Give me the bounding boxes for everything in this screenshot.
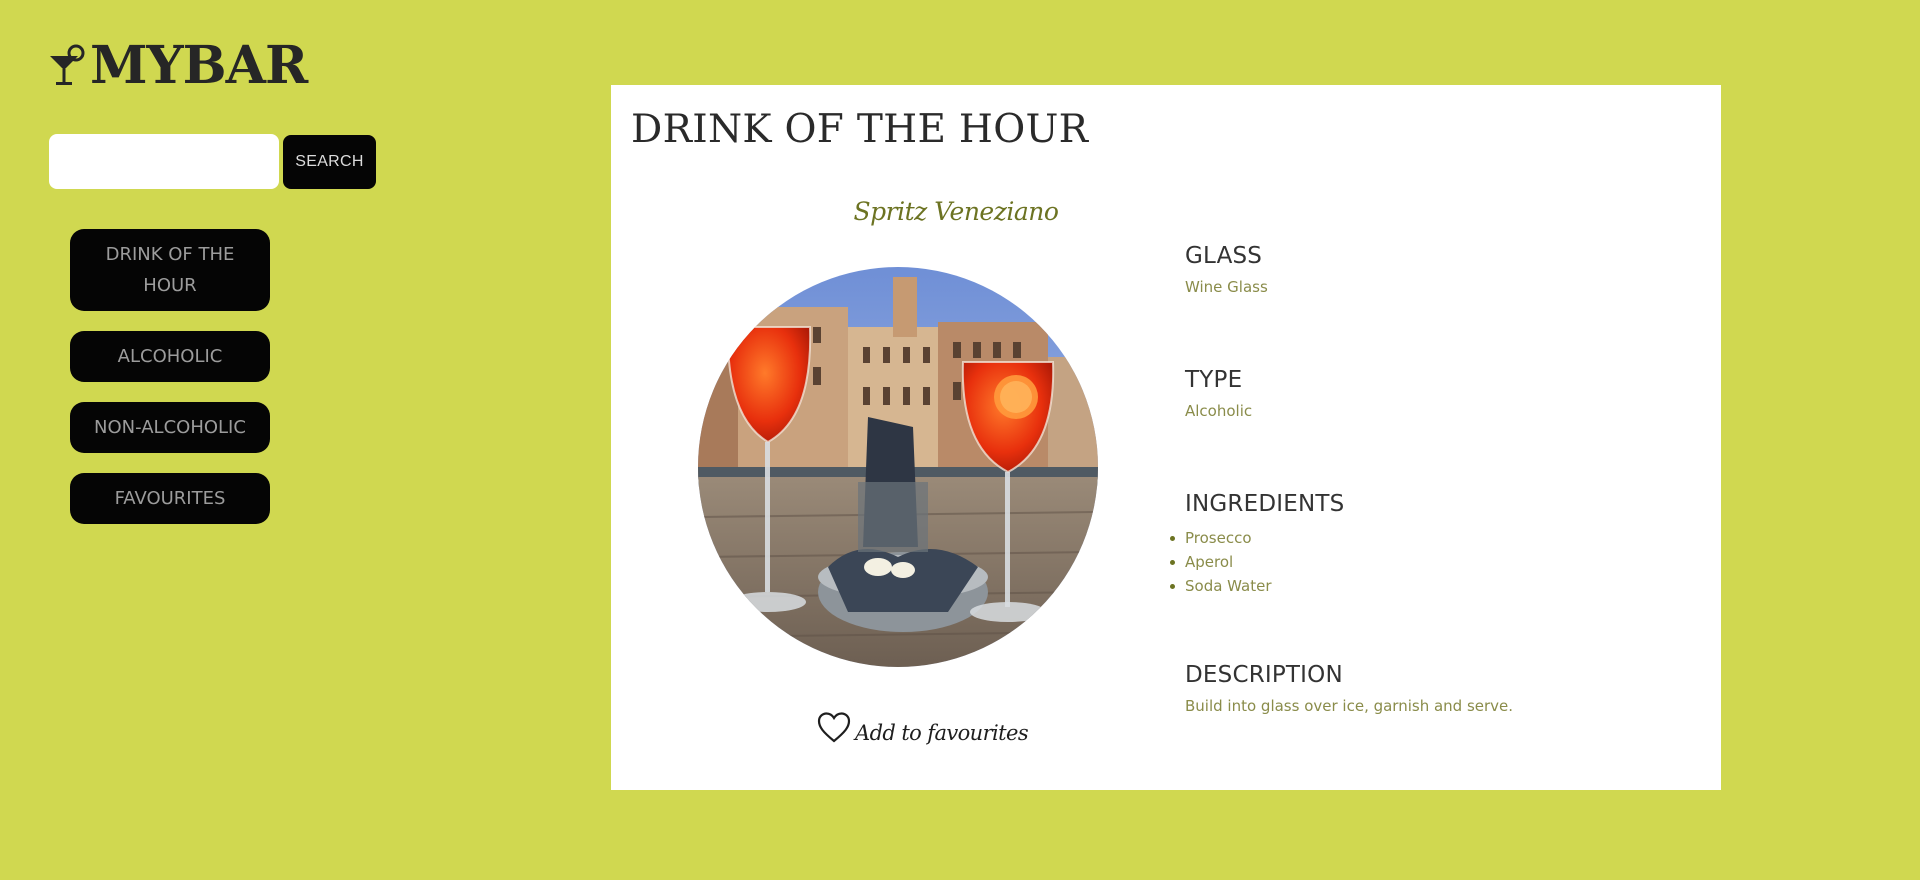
sidebar-item-alcoholic[interactable]: ALCOHOLIC [70,331,270,382]
glass-heading: GLASS [1185,243,1263,269]
description-value: Build into glass over ice, garnish and s… [1185,697,1514,715]
glass-value: Wine Glass [1185,278,1268,296]
search-input[interactable] [49,134,279,189]
logo[interactable]: MYBAR [48,35,308,96]
list-item: Prosecco [1169,526,1344,550]
ingredients-section: INGREDIENTS Prosecco Aperol Soda Water [1169,491,1345,598]
type-heading: TYPE [1185,367,1243,393]
drink-photo-illustration [698,267,1098,667]
drink-card: DRINK OF THE HOUR Spritz Veneziano Add t… [611,85,1721,790]
add-to-favourites-label: Add to favourites [855,721,1029,745]
list-item: Aperol [1169,550,1344,574]
type-value: Alcoholic [1185,402,1253,420]
sidebar-item-non-alcoholic[interactable]: NON-ALCOHOLIC [70,402,270,453]
description-heading: DESCRIPTION [1185,662,1343,688]
heart-outline-icon [817,712,851,743]
type-section: TYPE Alcoholic [1185,367,1252,420]
ingredient-list: Prosecco Aperol Soda Water [1169,526,1344,598]
cocktail-glass-icon [50,44,85,85]
brand-name: MYBAR [90,35,308,96]
drink-image [698,267,1098,667]
sidebar-nav: DRINK OF THE HOUR ALCOHOLIC NON-ALCOHOLI… [70,229,270,544]
sidebar-item-favourites[interactable]: FAVOURITES [70,473,270,524]
list-item: Soda Water [1169,574,1344,598]
drink-name: Spritz Veneziano [853,197,1059,226]
sidebar-item-drink-of-the-hour[interactable]: DRINK OF THE HOUR [70,229,270,311]
add-to-favourites[interactable]: Add to favourites [817,711,1029,745]
glass-section: GLASS Wine Glass [1185,243,1268,296]
ingredients-heading: INGREDIENTS [1185,491,1345,517]
page-title: DRINK OF THE HOUR [631,107,1089,152]
search-button[interactable]: SEARCH [283,135,376,189]
description-section: DESCRIPTION Build into glass over ice, g… [1185,662,1705,715]
